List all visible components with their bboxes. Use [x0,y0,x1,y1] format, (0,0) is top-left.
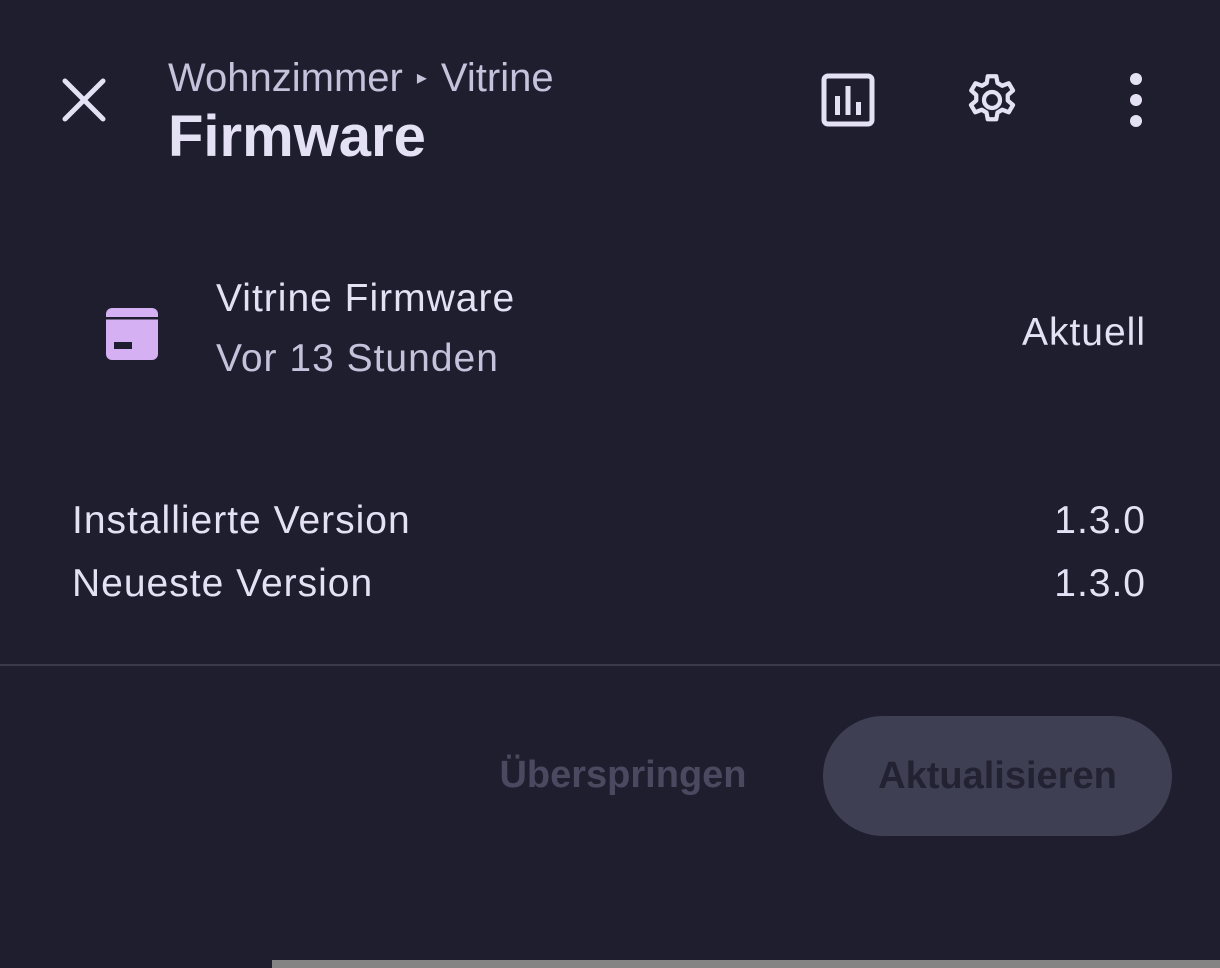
latest-version-label: Neueste Version [72,562,374,605]
breadcrumb-separator-icon: ▸ [416,67,427,89]
package-icon [106,308,158,360]
installed-version-row: Installierte Version 1.3.0 [72,498,1146,544]
skip-button[interactable]: Überspringen [470,716,776,834]
firmware-status: Aktuell [1021,311,1146,354]
latest-version-value: 1.3.0 [1054,562,1146,605]
breadcrumb-area: Wohnzimmer [168,56,403,100]
more-vertical-icon [1130,73,1142,127]
update-button[interactable]: Aktualisieren [823,716,1172,836]
close-icon [62,78,106,122]
close-button[interactable] [56,72,112,128]
installed-version-value: 1.3.0 [1054,499,1146,542]
firmware-last-changed: Vor 13 Stunden [216,337,499,380]
settings-button[interactable] [962,70,1022,130]
firmware-name: Vitrine Firmware [216,277,516,320]
firmware-item[interactable] [104,306,160,367]
divider [0,664,1220,666]
history-chart-button[interactable] [818,70,878,130]
header: Wohnzimmer ▸ Vitrine Firmware [168,54,554,170]
latest-version-row: Neueste Version 1.3.0 [72,561,1146,607]
page-title: Firmware [168,104,426,169]
gesture-bar [272,960,1220,968]
breadcrumb: Wohnzimmer ▸ Vitrine [168,54,554,102]
gear-icon [968,74,1016,122]
installed-version-label: Installierte Version [72,499,411,542]
breadcrumb-device: Vitrine [440,56,554,100]
more-options-button[interactable] [1106,70,1166,130]
chart-icon [821,73,875,127]
